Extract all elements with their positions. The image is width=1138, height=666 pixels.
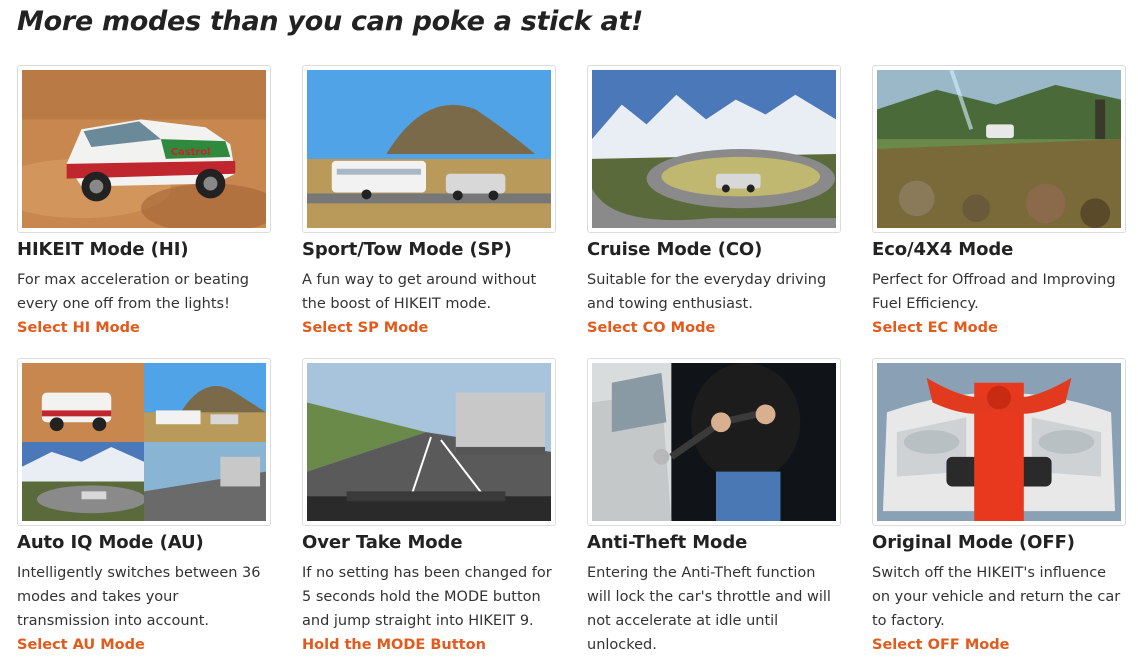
- mode-card-hi: Castrol HIKEIT Mode (HI) For max acceler…: [17, 65, 273, 340]
- mode-title: Over Take Mode: [302, 532, 463, 553]
- mode-title: Anti-Theft Mode: [587, 532, 748, 553]
- thumb-frame: [587, 65, 841, 233]
- mode-title: Original Mode (OFF): [872, 532, 1075, 553]
- mode-title: HIKEIT Mode (HI): [17, 239, 189, 260]
- mode-description: Perfect for Offroad and Improving Fuel E…: [872, 272, 1116, 312]
- steering-lock-image[interactable]: [592, 363, 836, 521]
- thumb-frame: [302, 65, 556, 233]
- thumb-frame: Castrol: [17, 65, 271, 233]
- svg-text:Castrol: Castrol: [171, 147, 211, 158]
- rally-car-image[interactable]: Castrol: [22, 70, 266, 228]
- mode-description: A fun way to get around without the boos…: [302, 272, 537, 312]
- mode-card-overtake: Over Take Mode If no setting has been ch…: [302, 358, 558, 657]
- select-sp-mode-link[interactable]: Select SP Mode: [302, 316, 558, 340]
- thumb-frame: [872, 358, 1126, 526]
- thumb-frame: [587, 358, 841, 526]
- select-off-mode-link[interactable]: Select OFF Mode: [872, 633, 1128, 657]
- mode-title: Sport/Tow Mode (SP): [302, 239, 512, 260]
- collage-image[interactable]: [22, 363, 266, 521]
- thumb-frame: [17, 358, 271, 526]
- highway-truck-image[interactable]: [307, 363, 551, 521]
- mode-description: Intelligently switches between 36 modes …: [17, 565, 261, 629]
- mode-card-co: Cruise Mode (CO) Suitable for the everyd…: [587, 65, 843, 340]
- mode-title: Cruise Mode (CO): [587, 239, 763, 260]
- gift-car-image[interactable]: [877, 363, 1121, 521]
- mode-card-antitheft: Anti-Theft Mode Entering the Anti-Theft …: [587, 358, 843, 657]
- offroad-image[interactable]: [877, 70, 1121, 228]
- select-hi-mode-link[interactable]: Select HI Mode: [17, 316, 273, 340]
- select-co-mode-link[interactable]: Select CO Mode: [587, 316, 843, 340]
- mode-description: For max acceleration or beating every on…: [17, 272, 249, 312]
- page-heading: More modes than you can poke a stick at!: [17, 6, 644, 37]
- thumb-frame: [302, 358, 556, 526]
- mode-description: Switch off the HIKEIT's influence on you…: [872, 565, 1121, 629]
- thumb-frame: [872, 65, 1126, 233]
- mode-description: Entering the Anti-Theft function will lo…: [587, 565, 831, 653]
- mode-card-sp: Sport/Tow Mode (SP) A fun way to get aro…: [302, 65, 558, 340]
- select-ec-mode-link[interactable]: Select EC Mode: [872, 316, 1128, 340]
- mode-title: Auto IQ Mode (AU): [17, 532, 204, 553]
- mode-description: If no setting has been changed for 5 sec…: [302, 565, 552, 629]
- select-au-mode-link[interactable]: Select AU Mode: [17, 633, 273, 657]
- mode-card-ec: Eco/4X4 Mode Perfect for Offroad and Imp…: [872, 65, 1128, 340]
- mode-card-au: Auto IQ Mode (AU) Intelligently switches…: [17, 358, 273, 657]
- mode-description: Suitable for the everyday driving and to…: [587, 272, 827, 312]
- mode-title: Eco/4X4 Mode: [872, 239, 1014, 260]
- hold-mode-button-link[interactable]: Hold the MODE Button: [302, 633, 558, 657]
- mountain-road-image[interactable]: [592, 70, 836, 228]
- caravan-tow-image[interactable]: [307, 70, 551, 228]
- mode-card-off: Original Mode (OFF) Switch off the HIKEI…: [872, 358, 1128, 657]
